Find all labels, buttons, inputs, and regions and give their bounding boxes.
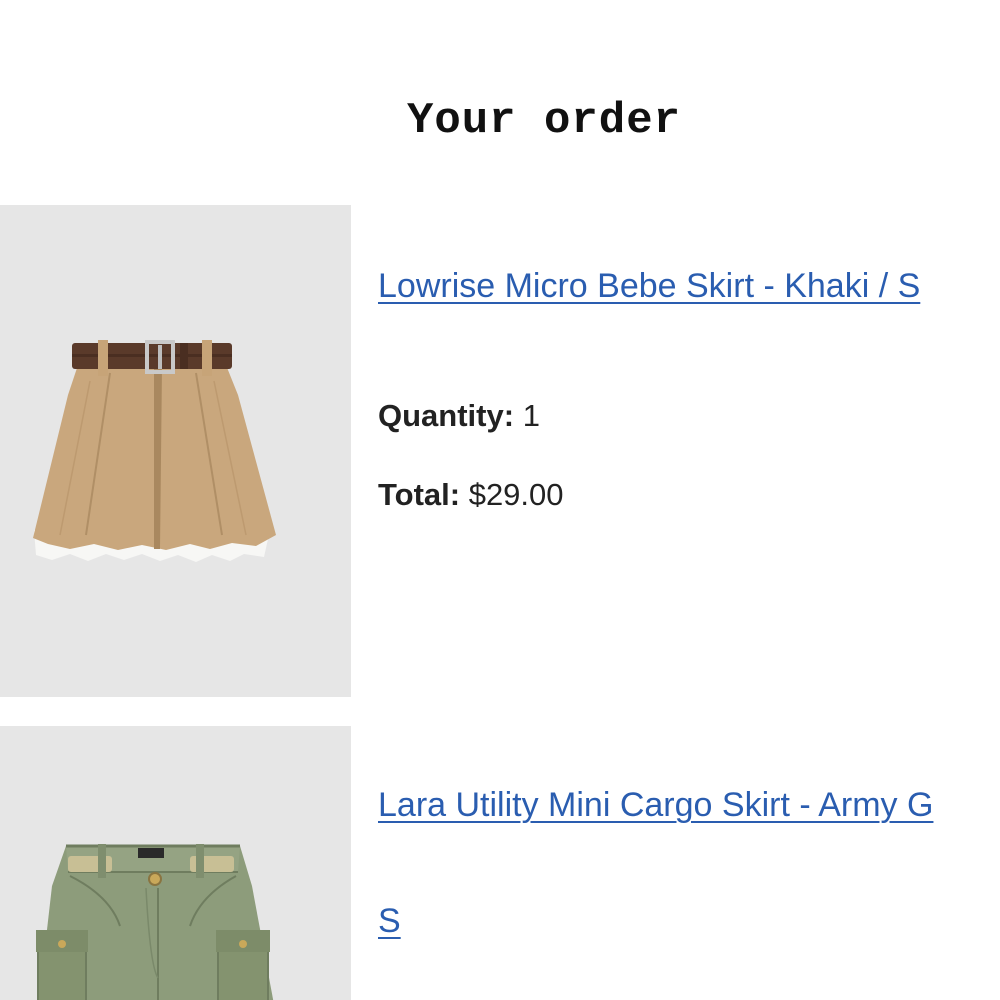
order-item: Lowrise Micro Bebe Skirt - Khaki / S Qua… [0,205,1000,697]
total-value: $29.00 [468,477,564,512]
product-image-khaki-skirt[interactable] [0,205,351,697]
khaki-skirt-illustration [33,340,276,562]
product-link-cargo-skirt-continued[interactable]: S [378,902,401,941]
page-title: Your order [406,96,682,146]
quantity-value: 1 [522,398,540,433]
product-link-khaki-skirt[interactable]: Lowrise Micro Bebe Skirt - Khaki / S [378,267,920,306]
product-image-cargo-skirt[interactable] [0,726,351,1000]
order-page: Your order Lowrise Micro Bebe Skirt - Kh… [0,0,1000,1000]
product-link-cargo-skirt[interactable]: Lara Utility Mini Cargo Skirt - Army G [378,786,933,825]
total-label: Total: [378,477,461,512]
total-row: Total: $29.00 [378,477,564,513]
order-item: Lara Utility Mini Cargo Skirt - Army G S [0,726,1000,1000]
quantity-label: Quantity: [378,398,515,433]
cargo-skirt-illustration [36,844,274,1000]
quantity-row: Quantity: 1 [378,398,540,434]
